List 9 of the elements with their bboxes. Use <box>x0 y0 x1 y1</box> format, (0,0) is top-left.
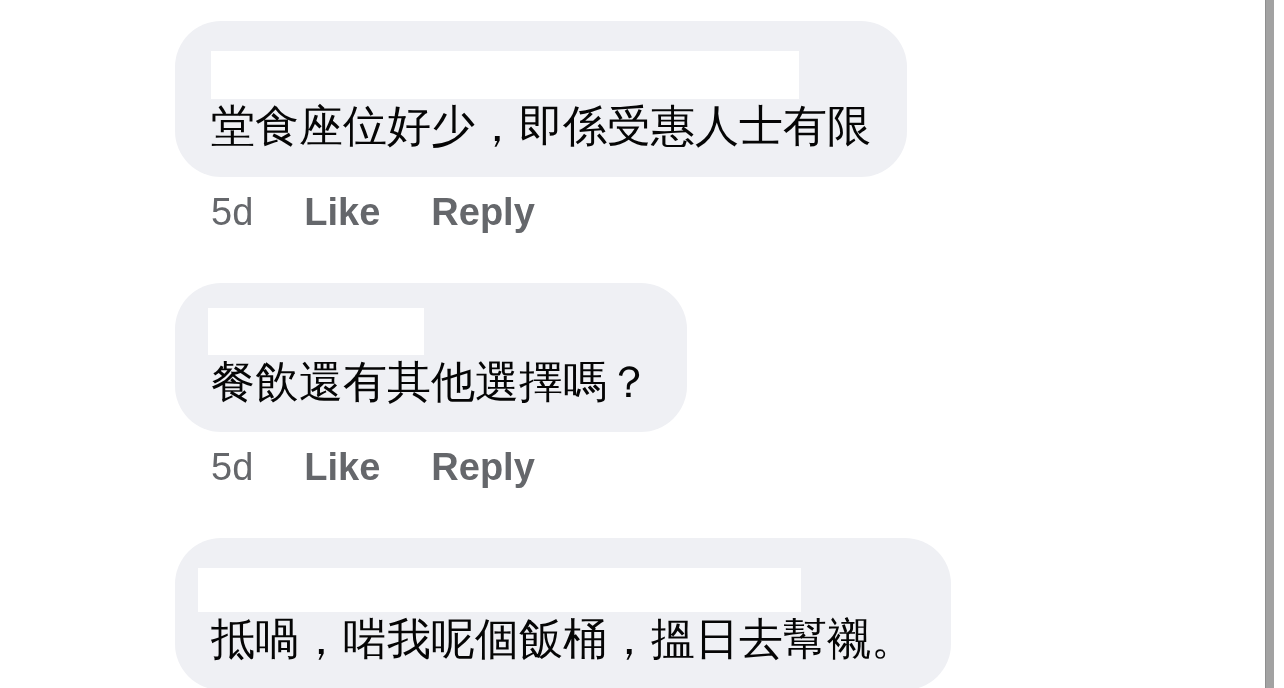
like-link[interactable]: Like <box>304 189 381 235</box>
timestamp: 5d <box>211 445 254 490</box>
like-link[interactable]: Like <box>304 444 381 490</box>
timestamp: 5d <box>211 190 254 235</box>
reply-link[interactable]: Reply <box>431 444 535 490</box>
reply-link[interactable]: Reply <box>431 189 535 235</box>
comment-text: 抵喎，啱我呢個飯桶，搵日去幫襯。 <box>211 613 915 665</box>
comment-text: 堂食座位好少，即係受惠人士有限 <box>211 100 871 152</box>
comment-text: 餐飲還有其他選擇嗎？ <box>211 356 651 408</box>
